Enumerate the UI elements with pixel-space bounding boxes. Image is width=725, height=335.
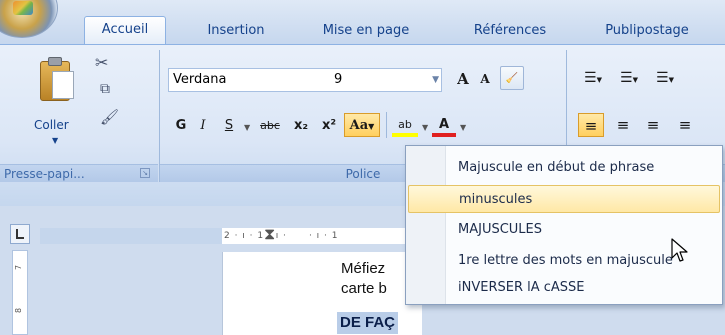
paste-label[interactable]: Coller xyxy=(34,118,69,132)
align-center-icon[interactable]: ≡ xyxy=(610,113,636,137)
format-painter-icon[interactable]: 🖌 xyxy=(100,108,119,126)
tab-accueil[interactable]: Accueil xyxy=(84,16,166,45)
bullets-icon[interactable]: ☰▼ xyxy=(578,66,608,90)
bold-button[interactable]: G xyxy=(172,114,190,138)
numbering-icon[interactable]: ☰▼ xyxy=(614,66,644,90)
underline-button[interactable]: S xyxy=(220,114,238,138)
align-left-icon[interactable]: ≡ xyxy=(578,113,604,137)
ruler-margin xyxy=(40,228,222,244)
group-separator xyxy=(159,50,160,182)
change-case-label: Aa xyxy=(349,118,369,133)
highlight-color-button[interactable]: ab xyxy=(392,113,418,137)
horizontal-ruler[interactable]: 2 · ı · 1 · ı · · ı · 1 xyxy=(222,228,410,244)
tab-publipostage[interactable]: Publipostage xyxy=(592,18,702,44)
change-case-button[interactable]: Aa▼ xyxy=(344,113,380,137)
shrink-font-button[interactable]: A xyxy=(476,67,494,91)
clear-formatting-icon[interactable]: 🧹 xyxy=(500,66,524,90)
grow-font-button[interactable]: A xyxy=(454,67,472,91)
font-color-button[interactable]: A xyxy=(432,113,456,137)
clipboard-group-label: Presse-papi... xyxy=(0,164,158,182)
italic-button[interactable]: I xyxy=(194,114,212,138)
highlight-dropdown-icon[interactable]: ▼ xyxy=(422,123,428,132)
document-page[interactable]: Méfiez carte b DE FAÇ xyxy=(222,252,422,335)
font-size-combo[interactable]: 9 ▼ xyxy=(330,68,442,92)
multilevel-list-icon[interactable]: ☰▼ xyxy=(650,66,680,90)
subscript-button[interactable]: x₂ xyxy=(290,114,312,138)
selected-text[interactable]: DE FAÇ xyxy=(337,312,399,334)
superscript-button[interactable]: x² xyxy=(318,114,340,138)
document-text-line[interactable]: Méfiez xyxy=(341,260,385,277)
group-separator xyxy=(386,112,387,138)
font-color-dropdown-icon[interactable]: ▼ xyxy=(460,123,466,132)
office-button[interactable] xyxy=(0,0,58,38)
tab-stop-icon xyxy=(16,229,24,239)
strikethrough-button[interactable]: abc xyxy=(256,114,284,138)
document-text-line[interactable]: carte b xyxy=(341,280,387,297)
justify-icon[interactable]: ≡ xyxy=(672,113,698,137)
ruler-ticks-right: · ı · 1 xyxy=(308,231,339,241)
font-family-combo[interactable]: Verdana ▼ xyxy=(168,68,354,92)
cut-icon[interactable]: ✂ xyxy=(95,54,108,72)
mouse-pointer-icon xyxy=(671,238,688,262)
underline-dropdown-icon[interactable]: ▼ xyxy=(244,123,250,132)
font-size-value: 9 xyxy=(334,72,343,87)
tab-insertion[interactable]: Insertion xyxy=(196,18,276,44)
copy-icon[interactable]: ⧉ xyxy=(100,80,110,98)
font-family-value: Verdana xyxy=(173,72,227,87)
change-case-menu: Majuscule en début de phrase minuscules … xyxy=(405,145,723,305)
tab-mise-en-page[interactable]: Mise en page xyxy=(310,18,422,44)
office-logo-icon xyxy=(13,1,33,15)
menu-item-lowercase[interactable]: minuscules xyxy=(408,185,720,213)
tab-selector[interactable] xyxy=(10,224,30,244)
chevron-down-icon[interactable]: ▼ xyxy=(432,69,439,91)
vertical-ruler: 7 8 xyxy=(12,250,28,335)
ruler-ticks: 2 · ı · 1 · ı · xyxy=(224,231,287,241)
menu-item-sentence-case[interactable]: Majuscule en début de phrase xyxy=(408,154,720,182)
chevron-down-icon: ▼ xyxy=(368,121,375,131)
indent-marker-icon[interactable]: ⧗ xyxy=(264,224,275,244)
menu-item-toggle-case[interactable]: iNVERSER lA cASSE xyxy=(408,274,720,302)
ribbon-tab-strip: Accueil Insertion Mise en page Référence… xyxy=(0,0,725,45)
paste-dropdown-arrow[interactable]: ▼ xyxy=(52,136,58,145)
align-right-icon[interactable]: ≡ xyxy=(640,113,666,137)
ruler-mark-8: 8 xyxy=(14,307,24,314)
ruler-mark-7: 7 xyxy=(14,264,24,271)
clipboard-dialog-launcher-icon[interactable]: ↘ xyxy=(140,168,150,178)
tab-references[interactable]: Références xyxy=(458,18,562,44)
paste-button[interactable] xyxy=(40,57,80,103)
